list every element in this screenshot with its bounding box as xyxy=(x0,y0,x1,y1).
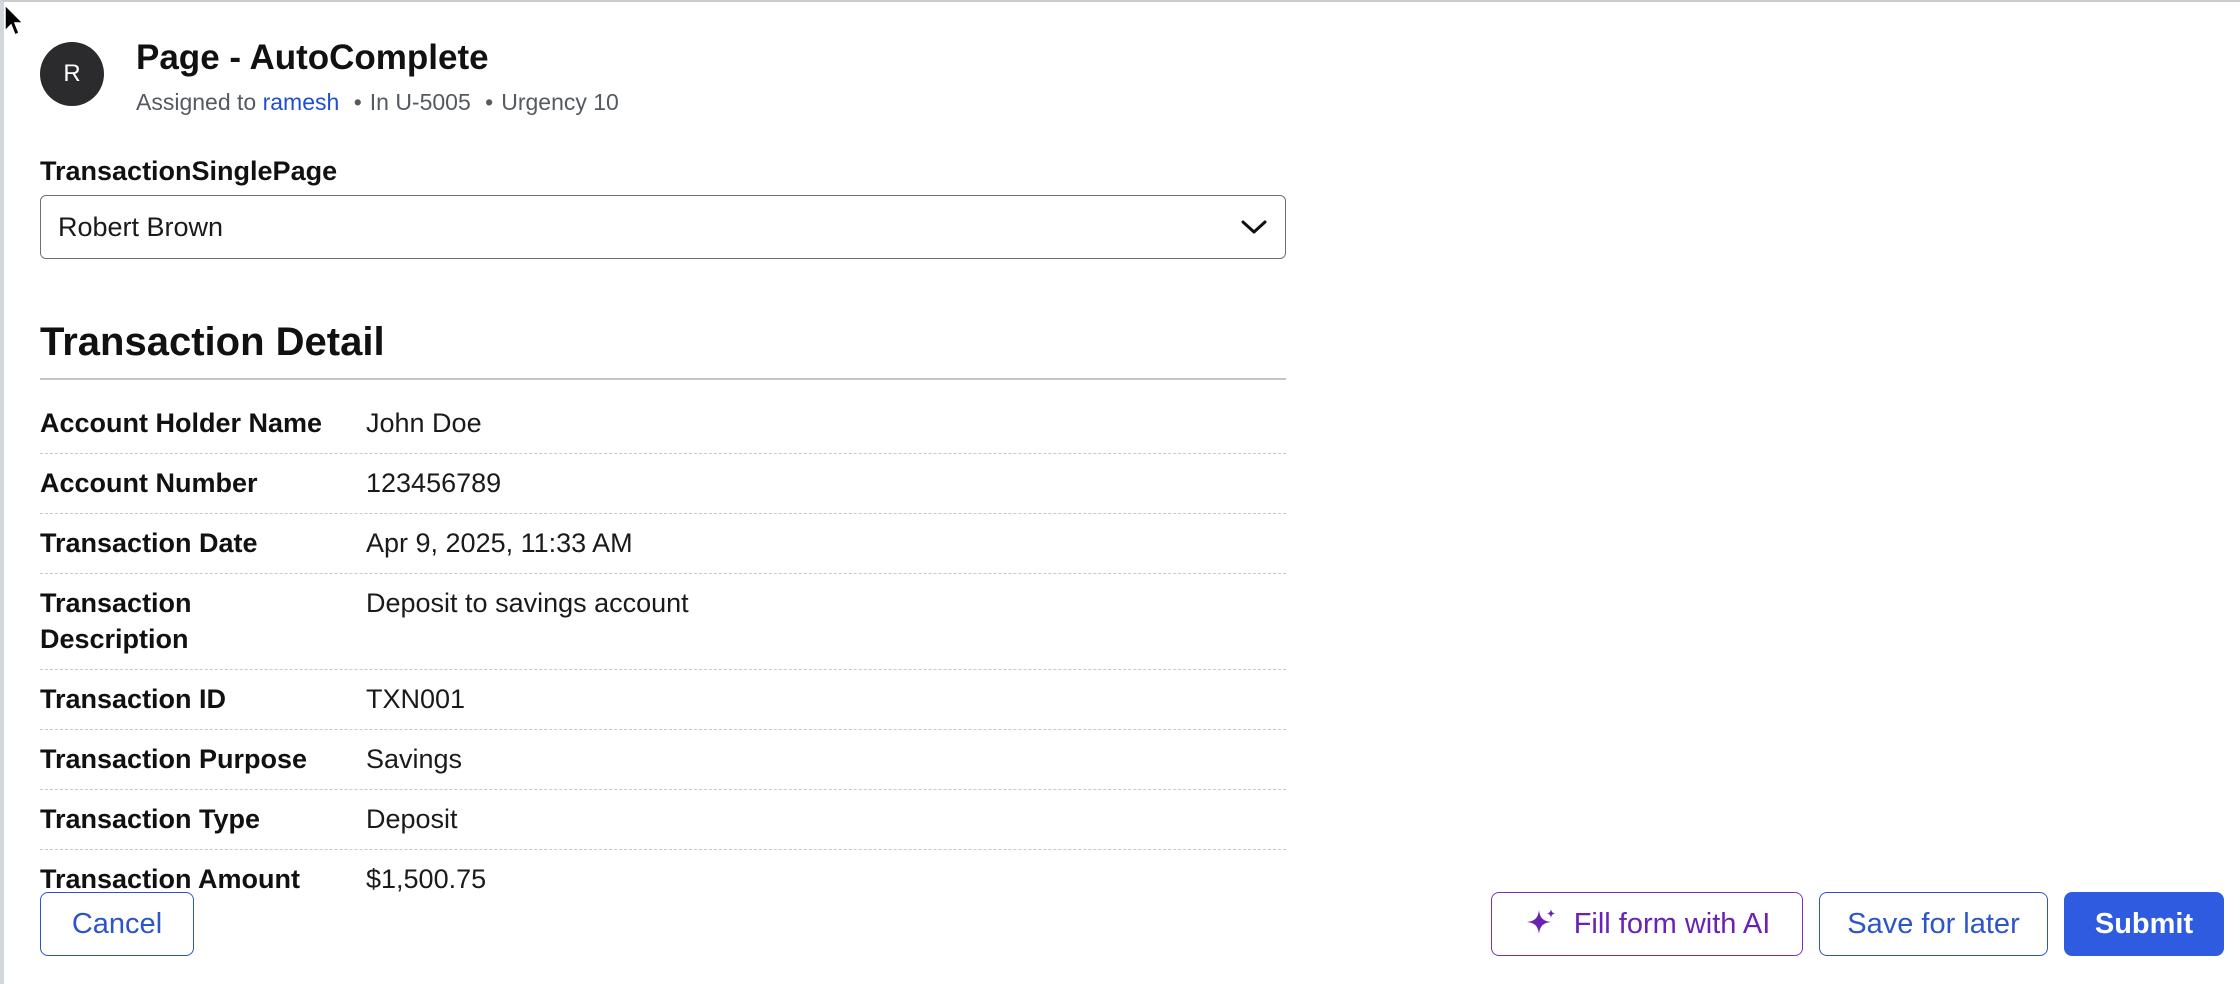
case-meta: Assigned to ramesh • In U-5005 • Urgency 1… xyxy=(136,88,619,116)
save-for-later-label: Save for later xyxy=(1847,907,2020,940)
dropdown-selected-value: Robert Brown xyxy=(58,211,224,242)
fill-form-with-ai-button[interactable]: Fill form with AI xyxy=(1491,892,1803,956)
fill-form-with-ai-label: Fill form with AI xyxy=(1573,907,1771,940)
detail-value: Deposit xyxy=(366,804,458,834)
separator-dot: • xyxy=(485,89,494,115)
case-header: R Page - AutoComplete Assigned to ramesh… xyxy=(40,38,619,116)
submit-button-label: Submit xyxy=(2094,907,2194,940)
page-title: Page - AutoComplete xyxy=(136,38,489,77)
assignee-link[interactable]: ramesh xyxy=(263,89,340,115)
submit-button[interactable]: Submit xyxy=(2064,892,2224,956)
cancel-button[interactable]: Cancel xyxy=(40,892,194,956)
sparkle-icon xyxy=(1526,909,1556,934)
detail-row: Transaction Amount $1,500.75 xyxy=(40,850,1286,909)
detail-row: Account Number 123456789 xyxy=(40,454,1286,514)
mouse-pointer-icon xyxy=(4,4,25,37)
assigned-prefix: Assigned to xyxy=(136,89,257,115)
cancel-button-label: Cancel xyxy=(71,907,163,940)
detail-value: Savings xyxy=(366,744,463,774)
case-view: R Page - AutoComplete Assigned to ramesh… xyxy=(0,0,2240,984)
detail-label: Transaction Purpose xyxy=(40,744,308,774)
detail-label: Account Number xyxy=(40,468,258,498)
chevron-down-icon xyxy=(1241,220,1267,234)
detail-label: Transaction Description xyxy=(40,588,192,654)
detail-label: Transaction ID xyxy=(40,684,227,714)
dropdown-label: TransactionSinglePage xyxy=(40,156,338,186)
transaction-details: Account Holder Name John Doe Account Num… xyxy=(40,394,1286,909)
urgency: Urgency 10 xyxy=(501,89,619,115)
section-title: Transaction Detail xyxy=(40,320,385,364)
detail-label: Transaction Date xyxy=(40,528,258,558)
header-text: Page - AutoComplete Assigned to ramesh •… xyxy=(136,38,619,116)
detail-row: Transaction Description Deposit to savin… xyxy=(40,574,1286,670)
detail-value: TXN001 xyxy=(366,684,466,714)
detail-row: Transaction ID TXN001 xyxy=(40,670,1286,730)
detail-value: Deposit to savings account xyxy=(366,588,689,618)
detail-value: 123456789 xyxy=(366,468,502,498)
section-divider xyxy=(40,378,1286,380)
detail-label: Account Holder Name xyxy=(40,408,323,438)
avatar[interactable]: R xyxy=(40,42,104,106)
case-id: In U-5005 xyxy=(369,89,471,115)
detail-value: Apr 9, 2025, 11:33 AM xyxy=(366,528,633,558)
detail-value: John Doe xyxy=(366,408,482,438)
detail-value: $1,500.75 xyxy=(366,864,487,894)
detail-row: Transaction Purpose Savings xyxy=(40,730,1286,790)
separator-dot: • xyxy=(353,89,362,115)
transaction-dropdown[interactable]: Robert Brown xyxy=(40,195,1286,259)
detail-row: Account Holder Name John Doe xyxy=(40,394,1286,454)
save-for-later-button[interactable]: Save for later xyxy=(1819,892,2048,956)
detail-row: Transaction Type Deposit xyxy=(40,790,1286,850)
detail-row: Transaction Date Apr 9, 2025, 11:33 AM xyxy=(40,514,1286,574)
detail-label: Transaction Type xyxy=(40,804,261,834)
